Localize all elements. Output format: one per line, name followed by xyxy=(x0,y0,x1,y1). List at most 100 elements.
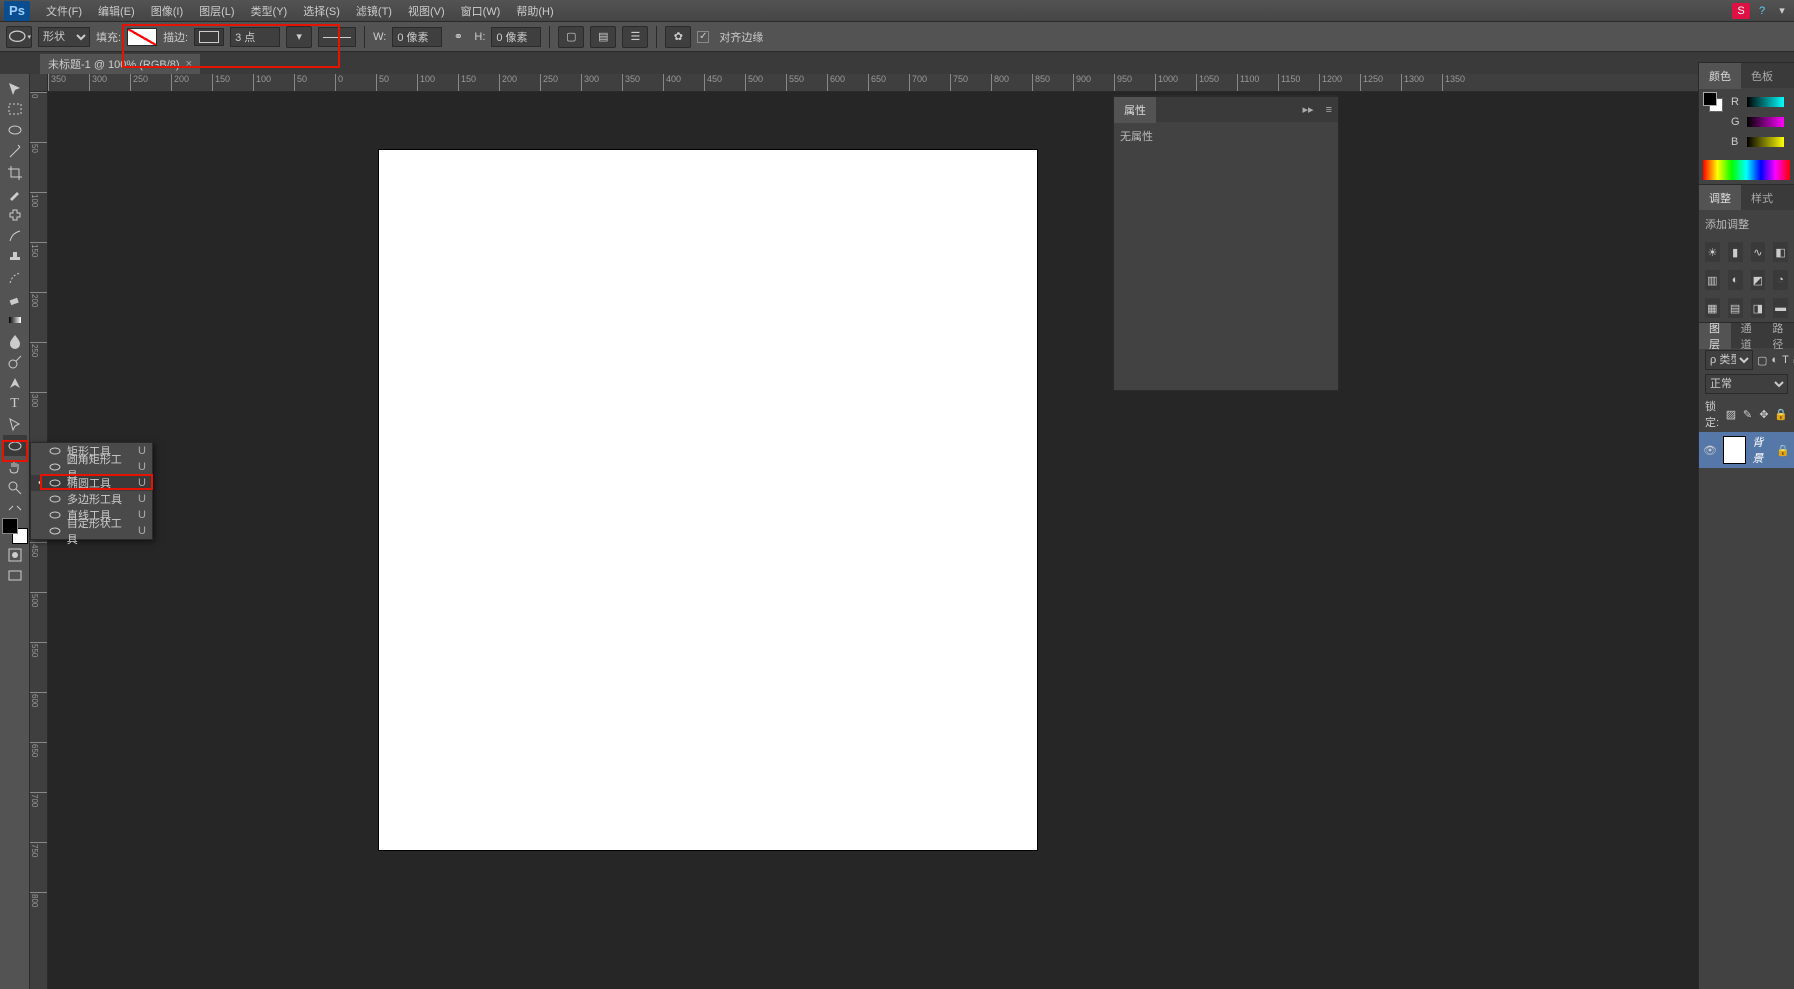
height-field[interactable]: 0 像素 xyxy=(491,27,541,47)
adj-threshold-icon[interactable]: ◨ xyxy=(1751,298,1766,318)
canvas-viewport[interactable] xyxy=(48,92,1762,989)
adj-hue-icon[interactable]: ◐ xyxy=(1728,270,1743,290)
screenmode-icon[interactable] xyxy=(3,565,27,586)
quickmask-icon[interactable] xyxy=(3,544,27,565)
swap-colors-icon[interactable] xyxy=(3,502,27,514)
tab-color[interactable]: 颜色 xyxy=(1699,63,1741,89)
align-edges-checkbox[interactable] xyxy=(697,31,709,43)
flyout-多边形工具[interactable]: 多边形工具U xyxy=(31,491,152,507)
fg-bg-colors[interactable] xyxy=(2,518,28,544)
menu-选择(S)[interactable]: 选择(S) xyxy=(295,0,348,22)
flyout-自定形状工具[interactable]: 自定形状工具U xyxy=(31,523,152,539)
tab-properties[interactable]: 属性 xyxy=(1114,97,1156,123)
shape-preset-icon[interactable]: ▾ xyxy=(6,26,32,48)
menu-类型(Y)[interactable]: 类型(Y) xyxy=(243,0,296,22)
menu-图像(I)[interactable]: 图像(I) xyxy=(143,0,191,22)
menu-滤镜(T)[interactable]: 滤镜(T) xyxy=(348,0,400,22)
dodge-tool[interactable] xyxy=(3,351,27,372)
eraser-tool[interactable] xyxy=(3,288,27,309)
help-icon[interactable]: ? xyxy=(1754,3,1770,19)
flyout-圆角矩形工具[interactable]: 圆角矩形工具U xyxy=(31,459,152,475)
document-tab[interactable]: 未标题-1 @ 100% (RGB/8) × xyxy=(40,54,200,74)
shape-tool[interactable] xyxy=(3,435,27,456)
blur-tool[interactable] xyxy=(3,330,27,351)
filter-pixel-icon[interactable]: ▢ xyxy=(1757,350,1767,370)
type-tool[interactable]: T xyxy=(3,393,27,414)
visibility-icon[interactable]: 👁 xyxy=(1703,444,1717,457)
tab-paths[interactable]: 路径 xyxy=(1762,323,1794,349)
wand-tool[interactable] xyxy=(3,141,27,162)
workspace-switcher-icon[interactable]: ▾ xyxy=(1774,3,1790,19)
adj-brightness-icon[interactable]: ☀ xyxy=(1705,242,1720,262)
close-icon[interactable]: × xyxy=(186,58,192,70)
menu-窗口(W)[interactable]: 窗口(W) xyxy=(453,0,509,22)
stroke-swatch[interactable] xyxy=(194,28,224,46)
menu-视图(V)[interactable]: 视图(V) xyxy=(400,0,453,22)
layer-row-background[interactable]: 👁 背景 🔒 xyxy=(1699,432,1794,468)
cloud-icon[interactable]: S xyxy=(1732,3,1750,19)
stroke-width-field[interactable]: 3 点 xyxy=(230,27,280,47)
tab-channels[interactable]: 通道 xyxy=(1731,323,1763,349)
adj-poster-icon[interactable]: ▤ xyxy=(1728,298,1743,318)
ruler-origin[interactable] xyxy=(30,74,48,92)
layer-filter-select[interactable]: ρ 类型 xyxy=(1705,350,1753,370)
layer-thumbnail[interactable] xyxy=(1723,436,1746,464)
stamp-tool[interactable] xyxy=(3,246,27,267)
b-slider[interactable] xyxy=(1747,137,1784,147)
collapse-icon[interactable]: ▸▸ xyxy=(1297,103,1320,116)
link-wh-icon[interactable]: ⚭ xyxy=(448,27,468,47)
menu-编辑(E)[interactable]: 编辑(E) xyxy=(90,0,143,22)
filter-type-icon[interactable]: T xyxy=(1782,350,1789,370)
adj-invert-icon[interactable]: ▦ xyxy=(1705,298,1720,318)
adj-bw-icon[interactable]: ◩ xyxy=(1751,270,1766,290)
gear-icon[interactable]: ✿ xyxy=(665,26,691,48)
tab-layers[interactable]: 图层 xyxy=(1699,323,1731,349)
tab-swatches[interactable]: 色板 xyxy=(1741,63,1783,89)
ruler-vertical[interactable]: 0501001502002503003504004505005506006507… xyxy=(30,92,48,989)
gradient-tool[interactable] xyxy=(3,309,27,330)
adj-levels-icon[interactable]: ▮ xyxy=(1728,242,1743,262)
crop-tool[interactable] xyxy=(3,162,27,183)
adj-gradient-map-icon[interactable]: ▬ xyxy=(1773,298,1788,318)
path-select-tool[interactable] xyxy=(3,414,27,435)
blend-mode-select[interactable]: 正常 xyxy=(1705,374,1788,394)
r-slider[interactable] xyxy=(1747,97,1784,107)
width-field[interactable]: 0 像素 xyxy=(392,27,442,47)
adj-vibrance-icon[interactable]: ▥ xyxy=(1705,270,1720,290)
brush-tool[interactable] xyxy=(3,225,27,246)
tab-adjustments[interactable]: 调整 xyxy=(1699,185,1741,211)
color-spectrum[interactable] xyxy=(1703,160,1790,180)
pen-tool[interactable] xyxy=(3,372,27,393)
path-combine-icon[interactable]: ▢ xyxy=(558,26,584,48)
eyedropper-tool[interactable] xyxy=(3,183,27,204)
history-brush-tool[interactable] xyxy=(3,267,27,288)
marquee-tool[interactable] xyxy=(3,99,27,120)
menu-文件(F)[interactable]: 文件(F) xyxy=(38,0,90,22)
document-canvas[interactable] xyxy=(379,150,1037,850)
menu-帮助(H)[interactable]: 帮助(H) xyxy=(508,0,561,22)
path-align-icon[interactable]: ▤ xyxy=(590,26,616,48)
lock-move-icon[interactable]: ✥ xyxy=(1758,404,1771,424)
shape-mode-select[interactable]: 形状 xyxy=(38,27,90,47)
menu-图层(L)[interactable]: 图层(L) xyxy=(191,0,242,22)
stroke-width-dropdown[interactable]: ▾ xyxy=(286,26,312,48)
stroke-style[interactable] xyxy=(318,27,356,47)
filter-adj-icon[interactable]: ◐ xyxy=(1771,350,1778,370)
adj-exposure-icon[interactable]: ◧ xyxy=(1773,242,1788,262)
lock-paint-icon[interactable]: ✎ xyxy=(1741,404,1754,424)
lock-all-icon[interactable]: 🔒 xyxy=(1774,404,1788,424)
heal-tool[interactable] xyxy=(3,204,27,225)
zoom-tool[interactable] xyxy=(3,477,27,498)
ruler-horizontal[interactable]: 3503002502001501005005010015020025030035… xyxy=(48,74,1762,92)
move-tool[interactable] xyxy=(3,78,27,99)
adj-curves-icon[interactable]: ∿ xyxy=(1751,242,1766,262)
path-arrange-icon[interactable]: ☰ xyxy=(622,26,648,48)
lock-trans-icon[interactable]: ▨ xyxy=(1725,404,1738,424)
tab-styles[interactable]: 样式 xyxy=(1741,185,1783,211)
lasso-tool[interactable] xyxy=(3,120,27,141)
flyout-椭圆工具[interactable]: •椭圆工具U xyxy=(31,475,152,491)
panel-menu-icon[interactable]: ≡ xyxy=(1320,104,1338,116)
fill-swatch[interactable] xyxy=(127,28,157,46)
adj-photo-filter-icon[interactable]: ◔ xyxy=(1773,270,1788,290)
hand-tool[interactable] xyxy=(3,456,27,477)
